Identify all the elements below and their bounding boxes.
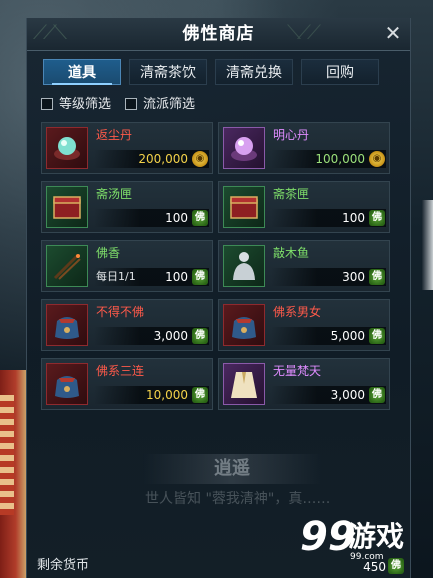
item-name: 明心丹 xyxy=(273,128,310,142)
shop-item[interactable]: 无量梵天 3,000 佛 xyxy=(218,358,390,410)
pouch-icon xyxy=(46,304,88,346)
level-filter-checkbox[interactable]: 等级筛选 xyxy=(41,96,121,114)
purple-pill-icon xyxy=(223,127,265,169)
watermark-text: 游戏 xyxy=(348,520,405,553)
checkbox-icon xyxy=(125,98,137,110)
purchase-limit: 每日1/1 xyxy=(96,270,136,283)
background-banner: 逍遥 xyxy=(142,454,322,484)
item-price: 300 xyxy=(342,270,365,284)
item-price: 3,000 xyxy=(330,388,365,402)
item-name: 斋茶匣 xyxy=(273,187,310,201)
tab-items[interactable]: 道具 xyxy=(43,59,121,85)
pouch-icon xyxy=(46,363,88,405)
red-box-icon xyxy=(46,186,88,228)
fo-currency-icon: 佛 xyxy=(369,387,385,403)
shop-item[interactable]: 佛系男女 5,000 佛 xyxy=(218,299,390,351)
fo-currency-icon: 佛 xyxy=(369,328,385,344)
pouch-icon xyxy=(223,304,265,346)
checkbox-icon xyxy=(41,98,53,110)
shop-item[interactable]: 斋茶匣 100 佛 xyxy=(218,181,390,233)
fo-currency-icon: 佛 xyxy=(192,269,208,285)
character-robe xyxy=(0,395,14,515)
item-name: 斋汤匣 xyxy=(96,187,133,201)
item-price: 3,000 xyxy=(153,329,188,343)
statue-icon xyxy=(223,245,265,287)
red-box-icon xyxy=(223,186,265,228)
site-watermark-logo: 99 游戏 99.com xyxy=(300,512,430,562)
coin-currency-icon: ◉ xyxy=(192,151,208,167)
item-price: 5,000 xyxy=(330,329,365,343)
item-price: 100,000 xyxy=(315,152,365,166)
tab-buyback[interactable]: 回购 xyxy=(301,59,379,85)
tab-bar: 道具 清斋茶饮 清斋兑换 回购 xyxy=(43,59,403,85)
window-titlebar: ⟋⟋⟍ ⟍⟋⟋ 佛性商店 ✕ xyxy=(27,18,410,51)
item-price: 100 xyxy=(165,270,188,284)
background-text: 世人皆知 "蓉我清神"，真…… xyxy=(145,491,331,507)
item-name: 返尘丹 xyxy=(96,128,133,142)
shop-item[interactable]: 返尘丹 200,000 ◉ xyxy=(41,122,213,174)
shop-item[interactable]: 斋汤匣 100 佛 xyxy=(41,181,213,233)
item-name: 佛系男女 xyxy=(273,305,322,319)
pearl-pill-icon xyxy=(46,127,88,169)
shop-item[interactable]: 敲木鱼 300 佛 xyxy=(218,240,390,292)
item-price: 100 xyxy=(165,211,188,225)
fo-currency-icon: 佛 xyxy=(369,269,385,285)
window-title: 佛性商店 xyxy=(182,24,255,44)
item-price: 100 xyxy=(342,211,365,225)
shop-item[interactable]: 明心丹 100,000 ◉ xyxy=(218,122,390,174)
filter-label: 流派筛选 xyxy=(143,97,196,112)
fo-currency-icon: 佛 xyxy=(192,210,208,226)
remaining-currency-label: 剩余货币 xyxy=(37,558,90,573)
school-filter-checkbox[interactable]: 流派筛选 xyxy=(125,96,205,114)
item-price: 10,000 xyxy=(146,388,188,402)
item-name: 无量梵天 xyxy=(273,364,322,378)
scene-sliver xyxy=(422,200,433,290)
item-name: 敲木鱼 xyxy=(273,246,310,260)
watermark-url: 99.com xyxy=(350,552,384,562)
tab-tea-drinks[interactable]: 清斋茶饮 xyxy=(129,59,207,85)
coin-currency-icon: ◉ xyxy=(369,151,385,167)
fo-currency-icon: 佛 xyxy=(192,328,208,344)
robe-icon xyxy=(223,363,265,405)
shop-item[interactable]: 不得不佛 3,000 佛 xyxy=(41,299,213,351)
tab-exchange[interactable]: 清斋兑换 xyxy=(215,59,293,85)
shop-window: ⟋⟋⟍ ⟍⟋⟋ 佛性商店 ✕ 道具 清斋茶饮 清斋兑换 回购 等级筛选 流派筛选… xyxy=(26,18,411,578)
shop-item[interactable]: 佛系三连 10,000 佛 xyxy=(41,358,213,410)
fo-currency-icon: 佛 xyxy=(369,210,385,226)
item-name: 佛系三连 xyxy=(96,364,145,378)
shop-item[interactable]: 佛香每日1/1 100 佛 xyxy=(41,240,213,292)
fo-currency-icon: 佛 xyxy=(192,387,208,403)
item-name: 佛香 xyxy=(96,246,121,260)
close-button[interactable]: ✕ xyxy=(382,22,404,44)
item-price: 200,000 xyxy=(138,152,188,166)
filter-label: 等级筛选 xyxy=(59,97,112,112)
close-icon: ✕ xyxy=(384,21,402,45)
item-name: 不得不佛 xyxy=(96,305,145,319)
incense-icon xyxy=(46,245,88,287)
